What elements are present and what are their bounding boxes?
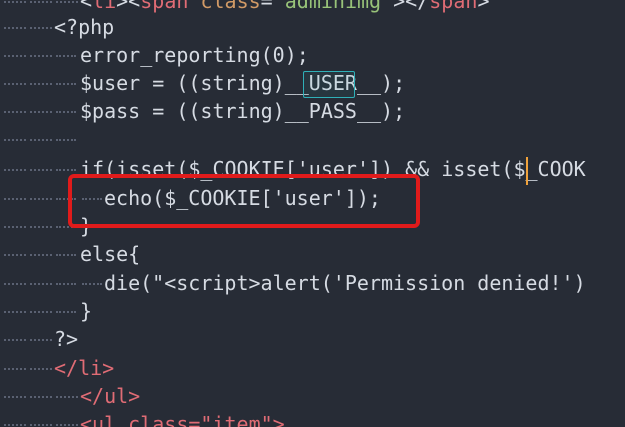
code-line-5[interactable]: $pass = ((string)__PASS__);	[0, 97, 625, 125]
tag-name: li	[92, 0, 117, 13]
text-cursor	[526, 157, 528, 185]
code-line-6[interactable]	[0, 125, 625, 153]
ul-open-tag: <ul class="item">	[80, 412, 285, 427]
php-open-tag: <?php	[54, 15, 115, 39]
red-annotation-box	[68, 174, 420, 228]
code-line-13[interactable]: ?>	[0, 325, 625, 353]
else-closing-brace: }	[80, 299, 93, 323]
code-line-14[interactable]: </li>	[0, 354, 625, 382]
code-line-10[interactable]: else{	[0, 240, 625, 268]
code-line-15[interactable]: </ul>	[0, 382, 625, 410]
code-line-16[interactable]: <ul class="item">	[0, 410, 625, 427]
code-line-12[interactable]: }	[0, 297, 625, 325]
code-line-2[interactable]: <?php	[0, 13, 625, 41]
pass-assignment-line: $pass = ((string)__PASS__);	[80, 99, 406, 123]
user-assignment-line: $user = ((string)__USER__);	[80, 71, 406, 95]
code-editor[interactable]: <li><span class="adminimg"></span> <?php…	[0, 0, 625, 427]
else-line: else{	[80, 242, 141, 266]
code-line-3[interactable]: error_reporting(0);	[0, 41, 625, 69]
error-reporting-line: error_reporting(0);	[80, 43, 309, 67]
die-line: die("<script>alert('Permission denied!')	[104, 271, 586, 295]
token-match-highlight	[303, 71, 355, 98]
ul-close-tag: </ul>	[80, 384, 141, 408]
code-line-11[interactable]: die("<script>alert('Permission denied!')	[0, 269, 625, 297]
li-close-tag: </li>	[54, 356, 115, 380]
php-close-tag: ?>	[54, 327, 79, 351]
